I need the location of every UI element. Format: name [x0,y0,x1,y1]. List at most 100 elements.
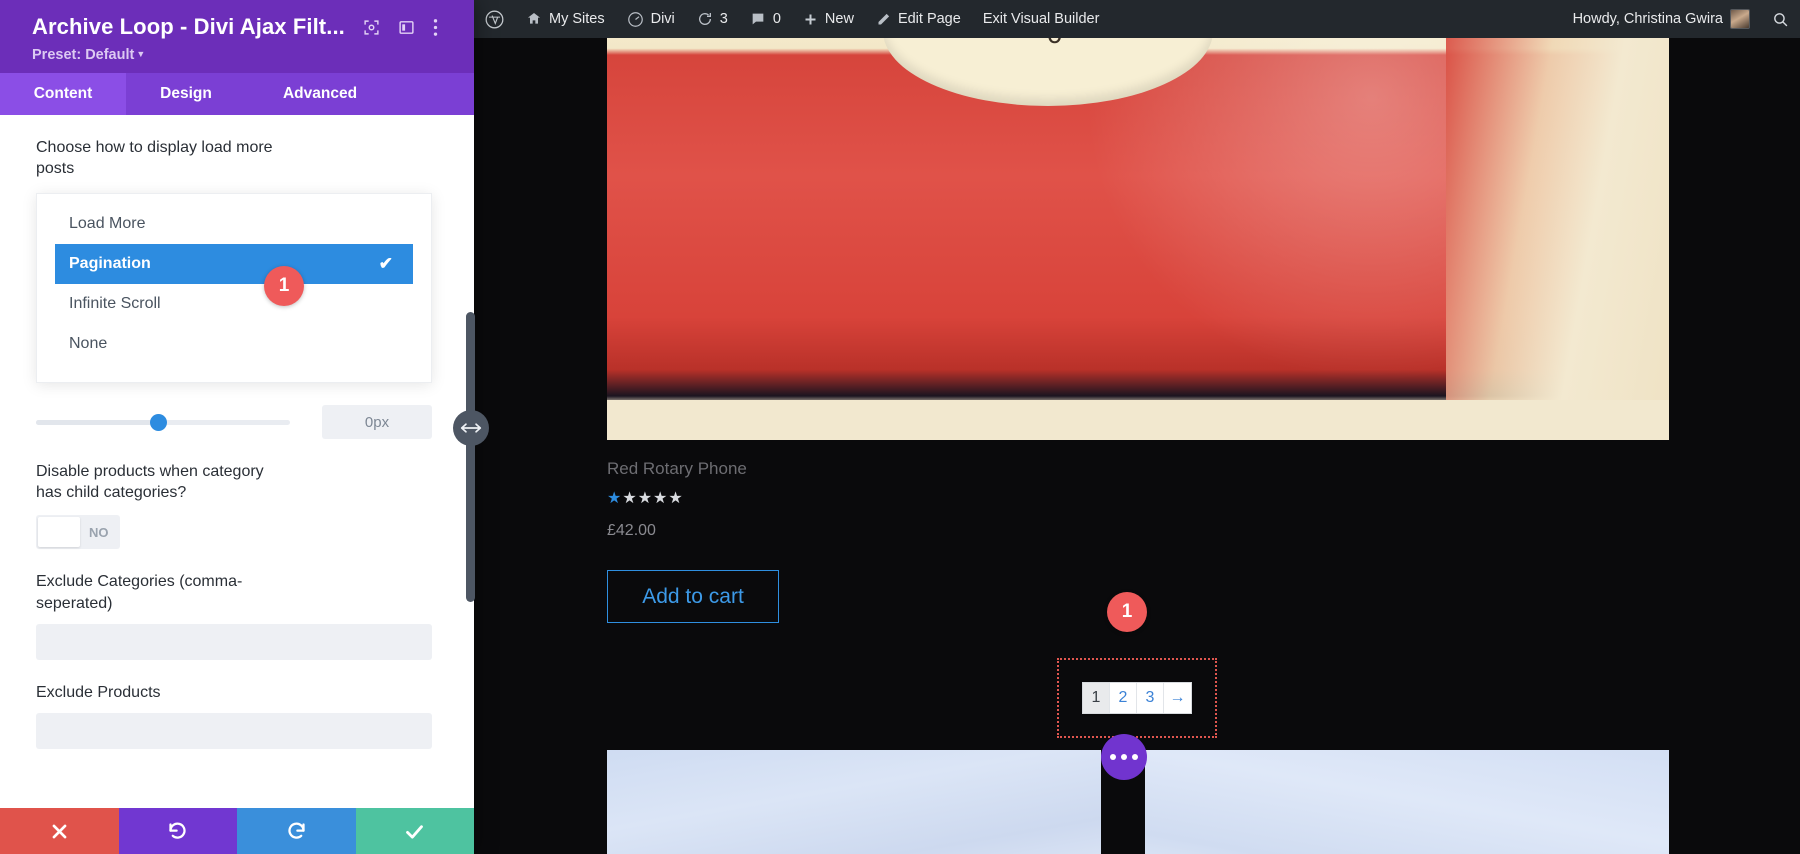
range-slider-fill [36,419,158,425]
tab-design[interactable]: Design [126,73,246,115]
new-label: New [824,11,854,27]
redo-button[interactable] [237,808,356,854]
check-icon: ✔ [378,254,393,274]
edit-page-label: Edit Page [897,11,961,27]
redo-icon [288,822,305,839]
page-preview-canvas: Red Rotary Phone ★★★★★ £42.00 Add to car… [474,38,1800,854]
ellipsis-dot-icon [1121,754,1127,760]
preset-label: Preset: Default [32,47,135,63]
tab-advanced[interactable]: Advanced [246,73,394,115]
my-sites-label: My Sites [549,11,605,27]
settings-tabs: Content Design Advanced [0,73,474,115]
search-button[interactable] [1761,0,1800,38]
exclude-categories-input[interactable] [36,623,432,660]
page-button-2[interactable]: 2 [1110,683,1137,713]
range-slider[interactable] [36,413,290,431]
undo-button[interactable] [118,808,237,854]
focus-target-icon[interactable] [363,19,380,36]
toggle-knob [38,517,80,548]
check-icon [406,824,424,839]
avatar [1730,9,1750,29]
page-button-1[interactable]: 1 [1083,683,1110,713]
update-icon [697,11,713,27]
photo-paper-decoration [607,400,1669,440]
exclude-categories-label: Exclude Categories (comma-seperated) [36,573,243,612]
divi-label: Divi [650,11,675,27]
preset-selector[interactable]: Preset: Default ▼ [32,47,454,63]
disable-products-label: Disable products when category has child… [36,463,264,502]
pagination: 1 2 3 → [1082,682,1192,714]
dropdown-option-infinite-scroll[interactable]: Infinite Scroll [37,284,431,324]
phone-dial-decoration [883,38,1214,106]
module-settings-panel: Archive Loop - Divi Ajax Filt... Preset:… [0,0,474,854]
star-filled: ★ [607,490,623,507]
display-mode-dropdown[interactable]: Load More Pagination ✔ Infinite Scroll N… [36,193,432,384]
close-icon [52,824,67,838]
settings-fields: Choose how to display load more posts 1 … [0,115,474,808]
star-empty: ★★★★ [622,490,684,507]
plus-icon [803,12,818,27]
range-slider-thumb[interactable] [150,413,167,431]
search-icon [1772,11,1789,28]
dropdown-option-none[interactable]: None [37,324,431,364]
product-image-snow-right [1145,750,1669,854]
comments-menu[interactable]: 0 [739,0,792,38]
settings-panel-resize-handle[interactable] [453,410,489,446]
updates-menu[interactable]: 3 [686,0,739,38]
undo-icon [169,822,186,839]
settings-action-bar [0,808,474,854]
layout-panel-icon[interactable] [398,19,415,36]
settings-panel-scrollbar[interactable] [466,312,475,602]
settings-title-row: Archive Loop - Divi Ajax Filt... [32,14,454,40]
field-exclude-products: Exclude Products [0,660,474,703]
chevron-down-icon: ▼ [136,49,146,59]
cancel-button[interactable] [0,808,119,854]
account-menu[interactable]: Howdy, Christina Gwira [1562,0,1761,38]
range-value-input[interactable]: 0px [322,405,432,440]
settings-panel-header: Archive Loop - Divi Ajax Filt... Preset:… [0,0,474,73]
dropdown-option-pagination-label: Pagination [69,255,151,273]
exclude-products-input[interactable] [36,712,432,749]
wp-admin-bar: My Sites Divi 3 0 New Edit Page Exit Vis… [474,0,1800,38]
pencil-icon [876,12,891,27]
tab-content[interactable]: Content [0,73,126,115]
wordpress-icon [485,10,504,29]
page-next-button[interactable]: → [1164,683,1191,713]
field-exclude-categories: Exclude Categories (comma-seperated) [0,549,474,613]
comments-count: 0 [772,11,781,27]
field-disable-products: Disable products when category has child… [0,439,474,503]
ellipsis-dot-icon [1110,754,1116,760]
product-title[interactable]: Red Rotary Phone [607,459,1669,479]
dropdown-option-load-more[interactable]: Load More [37,204,431,244]
product-image-snow-left [607,750,1101,854]
save-button[interactable] [355,808,474,854]
product-image [607,38,1669,440]
toggle-state-label: NO [89,524,109,540]
sites-icon [526,11,542,27]
step-badge-display-mode: 1 [264,266,304,306]
edit-page-link[interactable]: Edit Page [865,0,972,38]
add-module-button[interactable] [1101,734,1147,780]
exit-visual-builder-label: Exit Visual Builder [982,11,1100,27]
add-to-cart-button[interactable]: Add to cart [607,570,779,623]
pagination-module-highlight[interactable]: 1 2 3 → [1057,658,1217,738]
howdy-label: Howdy, Christina Gwira [1572,11,1723,27]
dropdown-option-pagination[interactable]: Pagination ✔ [55,244,413,285]
divi-visual-builder-screen: My Sites Divi 3 0 New Edit Page Exit Vis… [0,0,1800,854]
field-range: 0px [0,383,474,440]
product-price: £42.00 [607,522,656,539]
ellipsis-dot-icon [1132,754,1138,760]
kebab-menu-icon[interactable] [433,18,438,37]
product-rating: ★★★★★ [607,488,1669,508]
display-mode-label: Choose how to display load more posts [36,139,273,178]
new-content-menu[interactable]: New [792,0,865,38]
divi-menu[interactable]: Divi [616,0,686,38]
resize-horizontal-icon [460,423,482,433]
disable-products-toggle[interactable]: NO [36,515,120,550]
my-sites-menu[interactable]: My Sites [515,0,616,38]
exit-visual-builder-link[interactable]: Exit Visual Builder [972,0,1111,38]
page-title: Archive Loop - Divi Ajax Filt... [32,14,345,39]
page-button-3[interactable]: 3 [1137,683,1164,713]
gauge-icon [627,11,644,28]
wordpress-logo-button[interactable] [474,0,515,38]
